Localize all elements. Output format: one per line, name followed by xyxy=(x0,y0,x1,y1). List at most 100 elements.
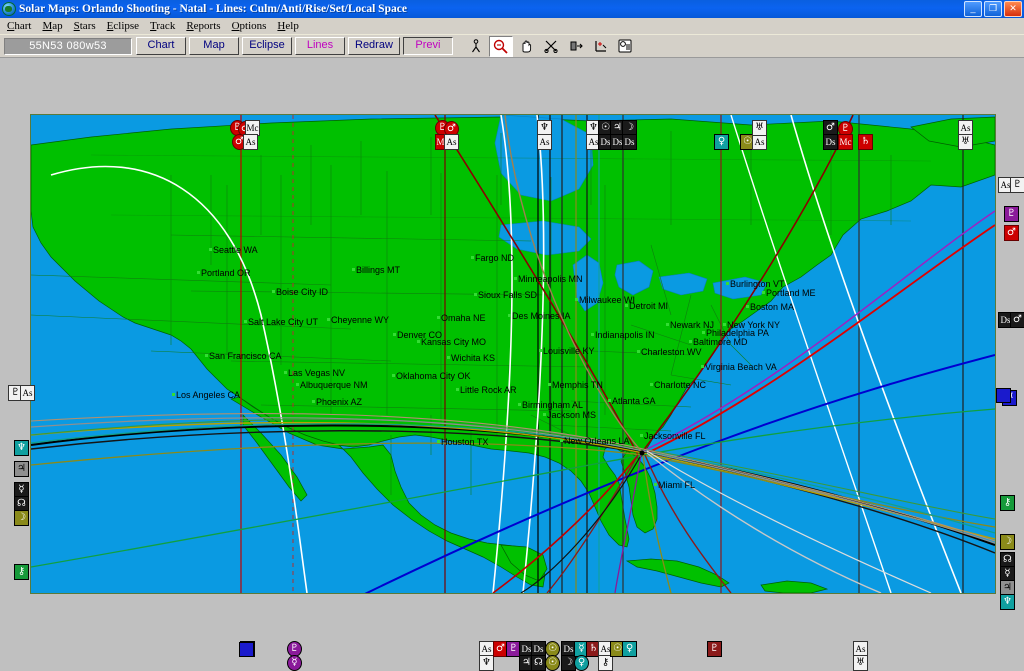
menu-item-map[interactable]: Map xyxy=(37,19,68,33)
city-dot xyxy=(417,340,420,343)
menu-item-options[interactable]: Options xyxy=(227,19,273,33)
city-label: Newark NJ xyxy=(670,320,715,330)
marker-uranus-bottom2[interactable]: ♅ xyxy=(853,655,868,671)
align-left-icon[interactable] xyxy=(563,35,588,57)
marker-mc3[interactable]: Mc xyxy=(838,134,853,150)
marker-as3[interactable]: As xyxy=(537,134,552,150)
city-dot xyxy=(726,282,729,285)
menu-item-reports[interactable]: Reports xyxy=(181,19,226,33)
city-dot xyxy=(352,268,355,271)
menu-item-eclipse[interactable]: Eclipse xyxy=(102,19,145,33)
city-label: Cheyenne WY xyxy=(331,315,390,325)
menu-item-help[interactable]: Help xyxy=(272,19,304,33)
pan-hand-icon[interactable] xyxy=(513,35,538,57)
city-label: Las Vegas NV xyxy=(288,368,346,378)
marker-chiron-left[interactable]: ⚷ xyxy=(14,564,29,580)
city-label: Los Angeles CA xyxy=(176,390,241,400)
marker-saturn[interactable]: ♄ xyxy=(858,134,873,150)
marker-as5[interactable]: As xyxy=(752,134,767,150)
marker-ds3[interactable]: Ds xyxy=(622,134,637,150)
scissors-icon[interactable] xyxy=(538,35,563,57)
city-label: Boise City ID xyxy=(276,287,329,297)
square-uranus-left[interactable] xyxy=(996,388,1011,403)
city-label: Charlotte NC xyxy=(654,380,707,390)
marker-as2[interactable]: As xyxy=(444,134,459,150)
city-dot xyxy=(518,403,521,406)
city-dot xyxy=(654,483,657,486)
city-label: Phoenix AZ xyxy=(316,397,363,407)
marker-uranus[interactable]: ♅ xyxy=(752,120,767,136)
report-icon[interactable] xyxy=(613,35,638,57)
marker-mercury-bottom[interactable]: ☿ xyxy=(287,655,302,671)
zoom-icon[interactable] xyxy=(488,35,513,57)
marker-sun-bottom2[interactable]: ☉ xyxy=(545,655,560,671)
menu-bar: Chart Map Stars Eclipse Track Reports Options H… xyxy=(0,18,1024,35)
city-label: Minneapolis MN xyxy=(518,274,583,284)
globe-icon xyxy=(2,2,16,16)
city-dot xyxy=(548,383,551,386)
city-label: Salt Lake City UT xyxy=(248,317,319,327)
city-dot xyxy=(296,383,299,386)
marker-venus-bottom2[interactable]: ♀ xyxy=(622,641,637,657)
city-dot xyxy=(514,277,517,280)
marker-moon-left[interactable]: ☽ xyxy=(14,510,29,526)
marker-ds4[interactable]: Ds xyxy=(823,134,838,150)
city-dot xyxy=(437,316,440,319)
toolbar: 55N53 080w53 Chart Map Eclipse Lines Redraw P… xyxy=(0,35,1024,58)
city-label: Little Rock AR xyxy=(460,385,517,395)
city-label: New Orleans LA xyxy=(564,436,630,446)
menu-item-track[interactable]: Track xyxy=(145,19,181,33)
marker-as-left[interactable]: As xyxy=(20,385,35,401)
marker-pluto-right[interactable]: ♇ xyxy=(1010,177,1024,193)
city-dot xyxy=(284,371,287,374)
city-label: Charleston WV xyxy=(641,347,702,357)
marker-neptune-right[interactable]: ♆ xyxy=(1000,594,1015,610)
marker-uranus2[interactable]: ♅ xyxy=(958,134,973,150)
city-label: Wichita KS xyxy=(451,353,496,363)
person-icon[interactable] xyxy=(463,35,488,57)
marker-jupiter-left[interactable]: ♃ xyxy=(14,461,29,477)
redraw-button[interactable]: Redraw xyxy=(348,37,400,55)
lines-button[interactable]: Lines xyxy=(295,37,345,55)
city-dot xyxy=(689,340,692,343)
marker-pluto-right2[interactable]: ♇ xyxy=(1004,206,1019,222)
marker-chiron-bottom[interactable]: ⚷ xyxy=(598,655,613,671)
eclipse-button[interactable]: Eclipse xyxy=(242,37,292,55)
map-button[interactable]: Map xyxy=(189,37,239,55)
close-button[interactable]: ✕ xyxy=(1004,1,1022,17)
crosshair-icon[interactable] xyxy=(588,35,613,57)
city-dot xyxy=(456,388,459,391)
preview-button[interactable]: Previ xyxy=(402,37,453,55)
city-dot xyxy=(625,304,628,307)
menu-item-chart[interactable]: Chart xyxy=(2,19,37,33)
marker-venus-bottom[interactable]: ♀ xyxy=(574,655,589,671)
city-label: Seattle WA xyxy=(213,245,258,255)
city-label: Birmingham AL xyxy=(522,400,584,410)
square-uranus-bottom[interactable] xyxy=(239,642,254,657)
chart-button[interactable]: Chart xyxy=(136,37,186,55)
menu-item-stars[interactable]: Stars xyxy=(69,19,102,33)
marker-venus[interactable]: ♀ xyxy=(714,134,729,150)
world-map[interactable]: Seattle WA Portland OR Boise City ID Billin… xyxy=(30,114,996,594)
marker-as[interactable]: As xyxy=(243,134,258,150)
marker-node-bottom[interactable]: ☊ xyxy=(531,655,546,671)
city-label: Billings MT xyxy=(356,265,401,275)
maximize-button[interactable]: ❐ xyxy=(984,1,1002,17)
marker-neptune-left[interactable]: ♆ xyxy=(14,440,29,456)
minimize-button[interactable]: _ xyxy=(964,1,982,17)
city-dot xyxy=(666,323,669,326)
city-dot xyxy=(560,439,563,442)
marker-mars-right2[interactable]: ♂ xyxy=(1010,312,1024,328)
city-label: Atlanta GA xyxy=(612,396,656,406)
city-dot xyxy=(471,256,474,259)
city-dot xyxy=(702,331,705,334)
city-label: Detroit MI xyxy=(629,301,669,311)
marker-moon-right[interactable]: ☽ xyxy=(1000,534,1015,550)
city-dot xyxy=(508,314,511,317)
marker-chiron-right[interactable]: ⚷ xyxy=(1000,495,1015,511)
marker-pluto-bottom3[interactable]: ♇ xyxy=(707,641,722,657)
marker-mars-right[interactable]: ♂ xyxy=(1004,225,1019,241)
marker-neptune-bottom[interactable]: ♆ xyxy=(479,655,494,671)
city-dot xyxy=(723,323,726,326)
city-label: Jacksonville FL xyxy=(644,431,706,441)
